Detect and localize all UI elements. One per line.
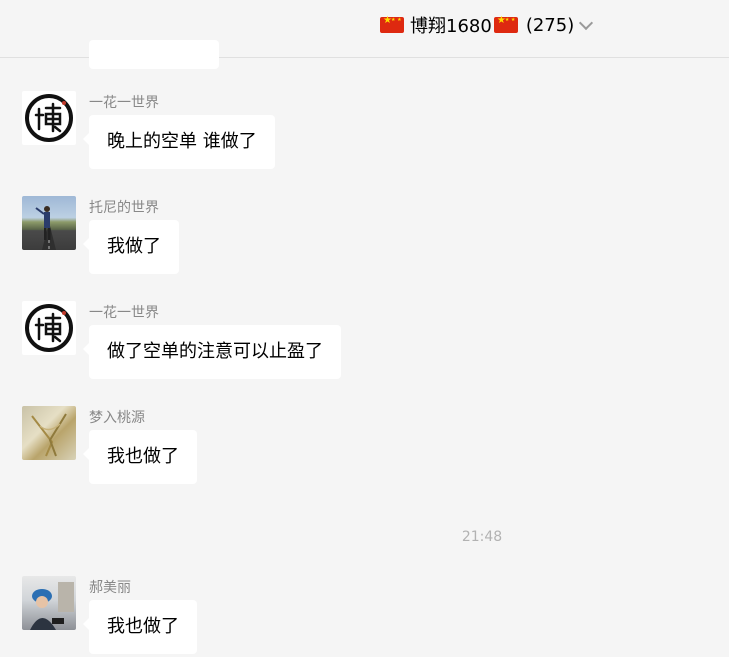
avatar[interactable] bbox=[22, 91, 76, 145]
china-flag-icon bbox=[493, 15, 518, 33]
message-bubble[interactable]: 我做了 bbox=[83, 220, 179, 274]
road-photo-icon bbox=[35, 206, 56, 250]
art-photo-icon bbox=[31, 413, 67, 457]
avatar[interactable] bbox=[22, 196, 76, 250]
chevron-down-icon[interactable] bbox=[579, 15, 594, 31]
sender-name: 一花一世界 bbox=[89, 95, 159, 111]
portrait-photo-icon bbox=[30, 582, 74, 630]
message-bubble[interactable]: 我也做了 bbox=[83, 600, 197, 654]
avatar[interactable] bbox=[22, 406, 76, 460]
message-bubble[interactable]: 晚上的空单 谁做了 bbox=[83, 115, 275, 169]
sender-name: 郝美丽 bbox=[89, 580, 131, 596]
member-count: (275) bbox=[525, 14, 575, 36]
chat-title-dropdown[interactable]: 博翔1680 (275) bbox=[380, 12, 594, 38]
bo-calligraphy-icon bbox=[25, 304, 73, 352]
message-bubble[interactable]: 我也做了 bbox=[83, 430, 197, 484]
bo-calligraphy-icon bbox=[25, 94, 73, 142]
previous-message-bubble[interactable] bbox=[89, 40, 219, 69]
china-flag-icon bbox=[380, 15, 404, 33]
message-bubble[interactable]: 做了空单的注意可以止盈了 bbox=[83, 325, 341, 379]
sender-name: 一花一世界 bbox=[89, 305, 159, 321]
avatar[interactable] bbox=[22, 576, 76, 630]
sender-name: 托尼的世界 bbox=[89, 200, 159, 216]
avatar[interactable] bbox=[22, 301, 76, 355]
chat-title: 博翔1680 bbox=[410, 16, 492, 37]
message-timestamp: 21:48 bbox=[461, 529, 503, 545]
sender-name: 梦入桃源 bbox=[89, 410, 145, 426]
